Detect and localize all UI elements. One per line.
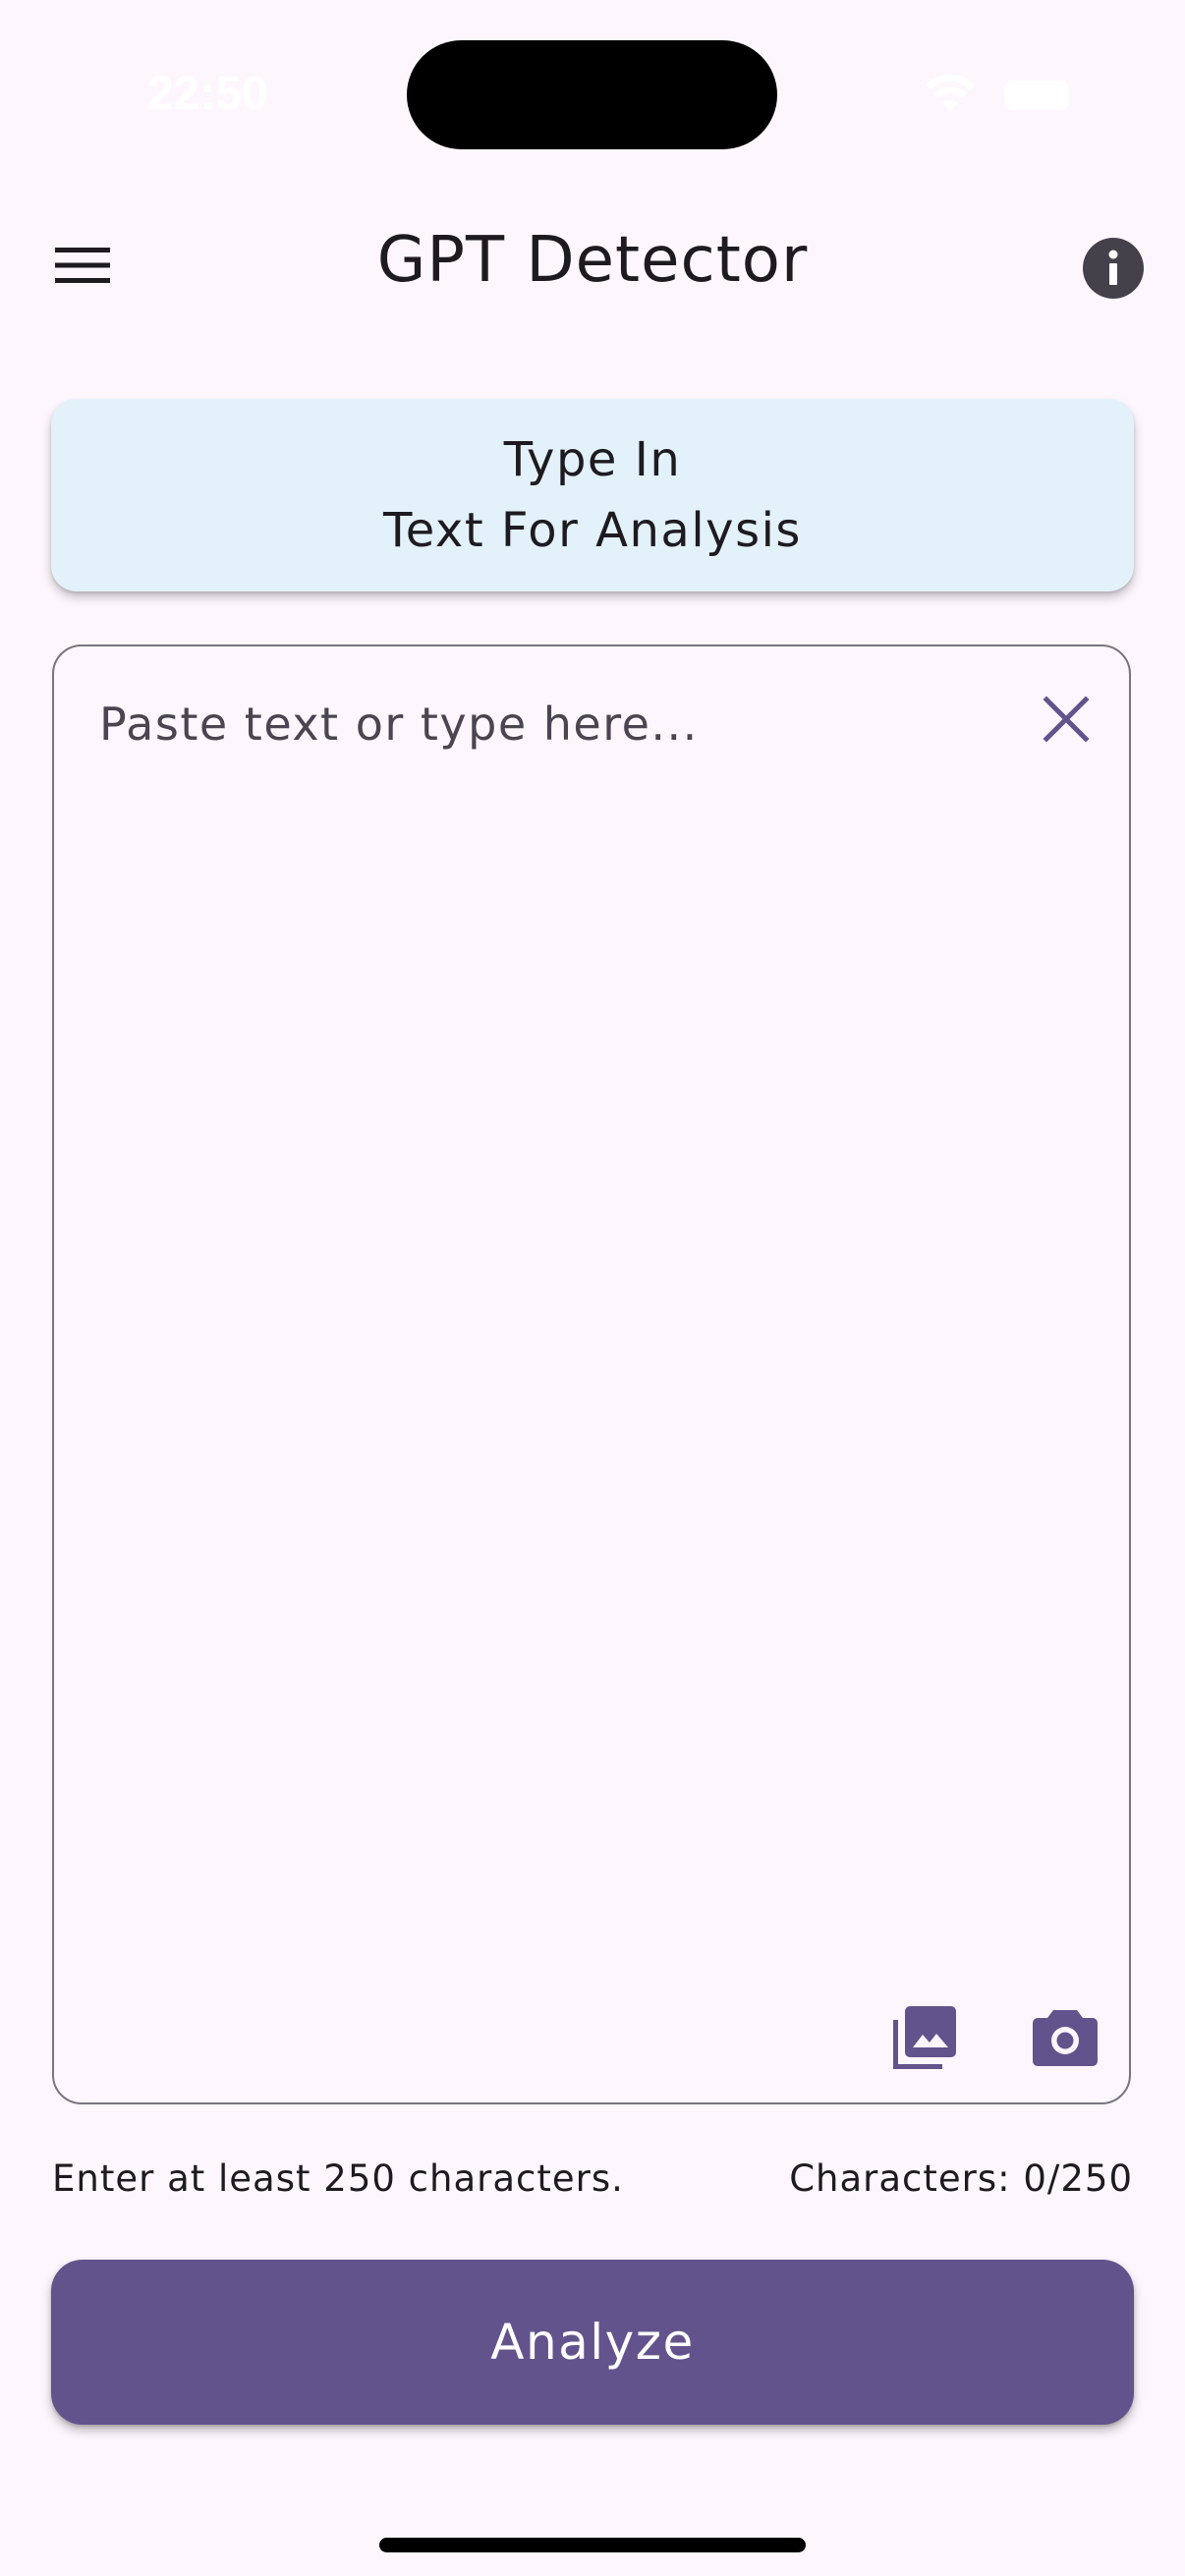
analyze-button[interactable]: Analyze — [51, 2260, 1134, 2425]
input-mode-card[interactable]: Type In Text For Analysis — [51, 399, 1134, 591]
page-title: GPT Detector — [376, 224, 809, 297]
text-input-box — [52, 644, 1131, 2104]
mode-card-line-2: Text For Analysis — [383, 503, 802, 558]
hint-row: Enter at least 250 characters. Character… — [52, 2157, 1133, 2207]
close-icon[interactable] — [1039, 692, 1094, 747]
app-bar: GPT Detector — [0, 206, 1185, 324]
home-indicator[interactable] — [379, 2538, 806, 2552]
photo-library-icon[interactable] — [889, 2002, 960, 2073]
mode-card-line-1: Type In — [503, 432, 682, 487]
info-icon[interactable] — [1081, 236, 1146, 301]
wifi-icon — [926, 75, 975, 112]
status-bar: 22:50 — [0, 0, 1185, 187]
min-characters-hint: Enter at least 250 characters. — [52, 2157, 624, 2200]
status-time: 22:50 — [147, 68, 268, 120]
camera-icon[interactable] — [1030, 2002, 1100, 2073]
character-counter: Characters: 0/250 — [789, 2157, 1133, 2200]
dynamic-island — [407, 40, 777, 149]
battery-icon — [1004, 81, 1069, 110]
analysis-text-input[interactable] — [99, 698, 1023, 1955]
